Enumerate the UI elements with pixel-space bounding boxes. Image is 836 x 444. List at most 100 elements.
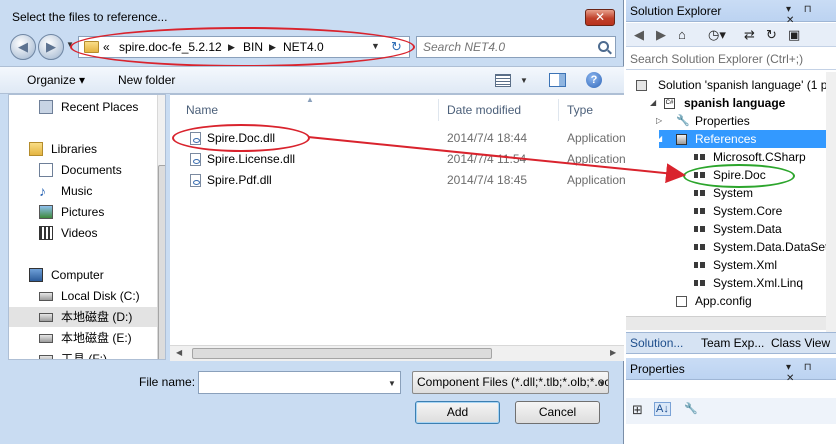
- config-file-icon: [676, 296, 687, 307]
- refresh-icon[interactable]: ↻: [766, 27, 777, 43]
- reference-icon: [694, 280, 705, 286]
- column-divider[interactable]: [438, 99, 439, 121]
- search-input[interactable]: [416, 36, 616, 58]
- wrench-icon: 🔧: [676, 115, 690, 127]
- dll-file-icon: [190, 153, 201, 166]
- cancel-button[interactable]: Cancel: [515, 401, 600, 424]
- solution-search-input[interactable]: Search Solution Explorer (Ctrl+;): [626, 48, 836, 70]
- collapsed-icon[interactable]: ▷: [656, 112, 662, 130]
- reference-icon: [694, 154, 705, 160]
- close-button[interactable]: ✕: [585, 9, 615, 26]
- solution-tree-horizontal-scrollbar[interactable]: [626, 316, 826, 330]
- nav-pane-scrollbar[interactable]: [157, 95, 165, 359]
- file-name-input[interactable]: [198, 371, 401, 394]
- scrollbar-thumb[interactable]: [158, 165, 165, 359]
- nav-item-disk-d[interactable]: 本地磁盘 (D:): [9, 307, 157, 327]
- solution-explorer-panel: Solution Explorer ▾ ⊓ ✕ ◀ ▶ ⌂ ◷▾ ⇄ ↻ ▣ S…: [626, 0, 836, 444]
- annotation-ellipse-spire-doc: [683, 164, 795, 188]
- property-pages-icon[interactable]: 🔧: [684, 402, 698, 415]
- expanded-icon[interactable]: ◢: [656, 130, 662, 148]
- tab-team-explorer[interactable]: Team Exp...: [701, 336, 764, 350]
- nav-item-music[interactable]: ♪ Music: [9, 181, 149, 201]
- nav-item-computer[interactable]: Computer: [9, 265, 149, 285]
- reference-icon: [694, 208, 705, 214]
- music-icon: ♪: [39, 183, 46, 199]
- new-folder-button[interactable]: New folder: [118, 73, 175, 87]
- back-icon[interactable]: ◀: [634, 27, 644, 43]
- expanded-icon[interactable]: ◢: [650, 94, 656, 112]
- nav-item-disk-e[interactable]: 本地磁盘 (E:): [9, 328, 149, 348]
- file-row[interactable]: Spire.License.dll 2014/7/4 11:54 Applica…: [170, 149, 626, 170]
- chevron-down-icon[interactable]: ▼: [520, 76, 528, 85]
- file-list-horizontal-scrollbar[interactable]: ◀ ▶: [170, 345, 624, 361]
- tab-solution-explorer[interactable]: Solution...: [630, 336, 683, 350]
- column-header-date-modified[interactable]: Date modified: [447, 103, 521, 117]
- sync-icon[interactable]: ⇄: [744, 27, 755, 43]
- categorized-icon[interactable]: ⊞: [632, 402, 643, 418]
- annotation-ellipse-file: [172, 124, 310, 152]
- tree-item-label: App.config: [695, 294, 752, 308]
- videos-icon: [39, 226, 53, 240]
- tree-item-label: Properties: [695, 114, 750, 128]
- forward-button[interactable]: ▶: [38, 34, 64, 60]
- reference-icon: [694, 244, 705, 250]
- drive-icon: [39, 334, 53, 343]
- references-folder-icon: [676, 134, 687, 145]
- nav-item-label: Recent Places: [61, 100, 139, 114]
- tree-item-label: System.Data: [713, 222, 782, 236]
- tab-class-view[interactable]: Class View: [771, 336, 830, 350]
- nav-item-label: Music: [61, 184, 93, 198]
- nav-item-libraries[interactable]: Libraries: [9, 139, 149, 159]
- chevron-down-icon[interactable]: ▼: [388, 379, 396, 388]
- collapse-all-icon[interactable]: ▣: [788, 27, 800, 43]
- scrollbar-thumb[interactable]: [192, 348, 492, 359]
- back-button[interactable]: ◀: [10, 34, 36, 60]
- nav-item-recent-places[interactable]: Recent Places: [9, 97, 149, 117]
- drive-icon: [39, 313, 53, 322]
- nav-item-pictures[interactable]: Pictures: [9, 202, 149, 222]
- nav-item-documents[interactable]: Documents: [9, 160, 149, 180]
- preview-pane-icon[interactable]: [549, 73, 566, 87]
- pending-changes-filter-icon[interactable]: ◷▾: [708, 27, 726, 43]
- tree-item-label: System.Xml.Linq: [713, 276, 804, 290]
- column-header-type[interactable]: Type: [567, 103, 593, 117]
- nav-item-videos[interactable]: Videos: [9, 223, 149, 243]
- scroll-right-icon[interactable]: ▶: [610, 348, 616, 357]
- tree-item-label: spanish language: [684, 96, 786, 110]
- nav-item-disk-f[interactable]: 工具 (F:): [9, 349, 149, 359]
- search-icon[interactable]: [598, 41, 609, 52]
- properties-toolbar: ⊞ A↓ 🔧: [626, 398, 836, 424]
- tree-item-label: Solution 'spanish language' (1 project): [658, 78, 836, 92]
- column-header-name[interactable]: Name: [186, 103, 218, 117]
- alphabetical-icon[interactable]: A↓: [654, 402, 671, 416]
- nav-item-label: 本地磁盘 (D:): [61, 310, 133, 324]
- organize-button[interactable]: Organize ▾: [27, 73, 85, 87]
- libraries-icon: [29, 142, 43, 156]
- nav-item-label: Documents: [61, 163, 122, 177]
- file-row[interactable]: Spire.Pdf.dll 2014/7/4 18:45 Application: [170, 170, 626, 191]
- column-divider[interactable]: [558, 99, 559, 121]
- csharp-project-icon: C#: [664, 98, 675, 109]
- forward-icon[interactable]: ▶: [656, 27, 666, 43]
- documents-icon: [39, 163, 53, 177]
- properties-titlebar: Properties ▾ ⊓ ✕: [626, 358, 836, 384]
- nav-item-local-disk-c[interactable]: Local Disk (C:): [9, 286, 149, 306]
- chevron-down-icon[interactable]: ▼: [598, 379, 606, 388]
- scroll-left-icon[interactable]: ◀: [176, 348, 182, 357]
- pictures-icon: [39, 205, 53, 219]
- home-icon[interactable]: ⌂: [678, 27, 686, 42]
- panel-window-buttons[interactable]: ▾ ⊓ ✕: [786, 362, 836, 384]
- views-icon[interactable]: [495, 74, 511, 87]
- file-date: 2014/7/4 18:44: [447, 131, 528, 145]
- file-name: Spire.License.dll: [207, 152, 296, 166]
- file-date: 2014/7/4 18:45: [447, 173, 528, 187]
- file-type: Application: [567, 131, 626, 145]
- solution-tree-vertical-scrollbar[interactable]: [826, 72, 836, 332]
- add-button[interactable]: Add: [415, 401, 500, 424]
- tree-item-label: System.Core: [713, 204, 783, 218]
- tree-item-label: References: [695, 132, 757, 146]
- tree-item-label: System.Xml: [713, 258, 778, 272]
- file-type-select[interactable]: Component Files (*.dll;*.tlb;*.olb;*.ocx…: [412, 371, 609, 394]
- file-name-label: File name:: [139, 375, 196, 389]
- help-icon[interactable]: ?: [586, 72, 602, 88]
